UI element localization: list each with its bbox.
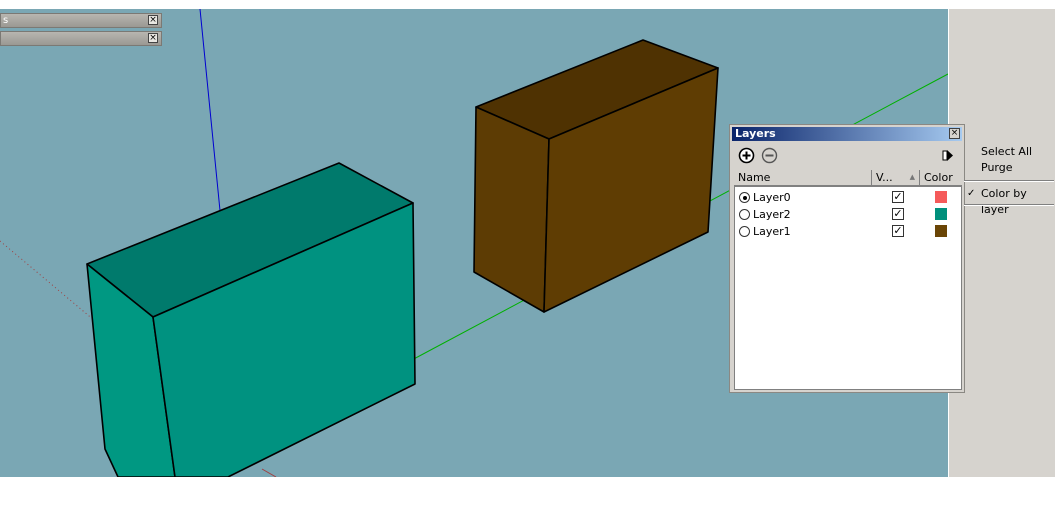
layer-row[interactable]: Layer2 ✓ <box>735 206 961 223</box>
collapsed-tray-1[interactable]: s × <box>0 13 162 28</box>
name-column-header[interactable]: Name <box>734 170 872 185</box>
visible-checkbox[interactable]: ✓ <box>892 208 904 220</box>
tray-close-icon[interactable]: × <box>148 15 158 25</box>
layer-color-swatch[interactable] <box>934 224 948 238</box>
active-layer-radio[interactable] <box>739 226 750 237</box>
close-icon[interactable]: × <box>949 128 960 139</box>
menu-item-color-by-layer[interactable]: ✓ Color by layer <box>962 186 1055 216</box>
layer-color-swatch[interactable] <box>934 207 948 221</box>
layer-name: Layer0 <box>753 191 791 204</box>
layer-color-swatch[interactable] <box>934 190 948 204</box>
active-layer-radio[interactable] <box>739 209 750 220</box>
tray-close-icon[interactable]: × <box>148 33 158 43</box>
add-layer-button[interactable] <box>738 147 755 164</box>
layers-dialog: Layers × Name V... ▲ Color Layer0 ✓ Laye… <box>729 124 965 393</box>
layer-row[interactable]: Layer0 ✓ <box>735 189 961 206</box>
layers-list-header: Name V... ▲ Color <box>734 170 962 186</box>
visible-checkbox[interactable]: ✓ <box>892 225 904 237</box>
delete-layer-button[interactable] <box>761 147 778 164</box>
layers-titlebar[interactable]: Layers × <box>732 127 962 141</box>
collapsed-tray-2[interactable]: × <box>0 31 162 46</box>
menu-item-select-all[interactable]: Select All <box>962 144 1055 160</box>
layer-name: Layer2 <box>753 208 791 221</box>
menu-separator <box>964 204 1054 206</box>
menu-item-purge[interactable]: Purge <box>962 160 1055 176</box>
details-arrow-icon[interactable] <box>939 147 956 164</box>
active-layer-radio[interactable] <box>739 192 750 203</box>
dialog-title: Layers <box>735 127 776 140</box>
teal-box <box>86 162 416 477</box>
red-axis-tail <box>261 468 277 477</box>
tray-title: s <box>3 15 9 26</box>
layer-row[interactable]: Layer1 ✓ <box>735 223 961 240</box>
layer-name: Layer1 <box>753 225 791 238</box>
color-column-header[interactable]: Color <box>920 170 962 185</box>
layers-details-menu: Select All Purge ✓ Color by layer <box>962 143 1055 216</box>
sort-arrow-icon: ▲ <box>909 173 915 181</box>
visible-column-label: V... <box>876 171 893 184</box>
menu-separator <box>964 180 1054 182</box>
checkmark-icon: ✓ <box>967 188 976 199</box>
red-axis-dotted <box>0 240 96 322</box>
brown-box <box>473 39 719 313</box>
layers-list: Layer0 ✓ Layer2 ✓ Layer1 ✓ <box>734 186 962 390</box>
visible-column-header[interactable]: V... ▲ <box>872 170 920 185</box>
visible-checkbox[interactable]: ✓ <box>892 191 904 203</box>
